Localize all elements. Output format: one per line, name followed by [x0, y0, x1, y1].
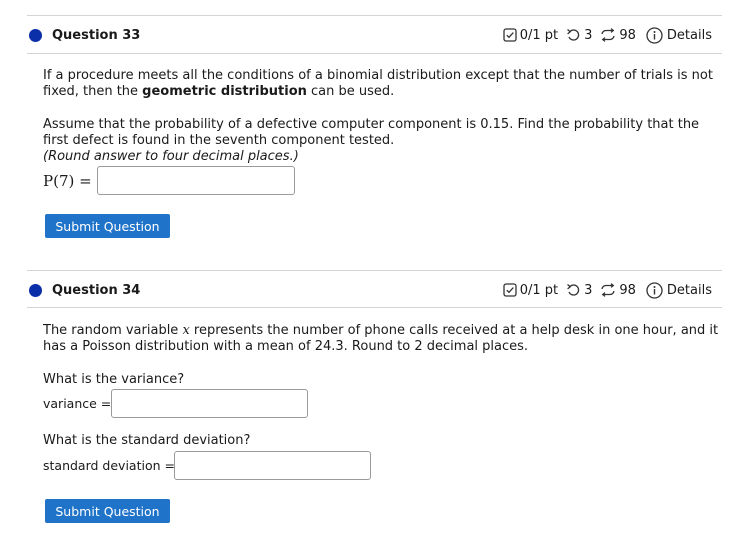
- answer-label: P(7) =: [43, 172, 92, 190]
- variance-question: What is the variance?: [43, 372, 185, 387]
- p7-answer-input[interactable]: [97, 166, 295, 195]
- question-34-intro: The random variable x represents the num…: [43, 323, 723, 355]
- repeat-icon: [601, 28, 616, 42]
- attempts: 98: [600, 283, 636, 298]
- retries: 3: [566, 28, 592, 43]
- question-title: Question 33: [52, 27, 141, 43]
- undo-icon: [567, 283, 580, 296]
- score: 0/1 pt: [503, 283, 558, 298]
- question-meta: 0/1 pt 3 98 Details: [495, 26, 722, 44]
- score-text: 0/1 pt: [519, 27, 559, 43]
- attempts-count: 98: [619, 27, 636, 43]
- variance-label: variance =: [43, 396, 112, 411]
- attempts: 98: [600, 28, 636, 43]
- hint-text: (Round answer to four decimal places.): [43, 149, 299, 164]
- variance-input[interactable]: [111, 389, 308, 418]
- question-34-header: Question 34 0/1 pt 3 98 Details: [27, 275, 722, 305]
- question-title: Question 34: [52, 282, 141, 298]
- retries-count: 3: [584, 27, 593, 43]
- question-33-header: Question 33 0/1 pt 3 98 Details: [27, 20, 722, 50]
- details-button[interactable]: Details: [646, 281, 712, 299]
- attempts-count: 98: [619, 282, 636, 298]
- details-button[interactable]: Details: [646, 26, 712, 44]
- info-icon: [646, 26, 663, 44]
- details-label: Details: [666, 282, 712, 298]
- undo-icon: [567, 28, 580, 41]
- submit-question-button[interactable]: Submit Question: [45, 214, 170, 238]
- status-dot-icon: [29, 283, 42, 297]
- retries-count: 3: [584, 282, 593, 298]
- variable-x: x: [182, 323, 190, 338]
- intro-bold-text: geometric distribution: [142, 84, 307, 99]
- details-label: Details: [666, 27, 712, 43]
- retries: 3: [566, 283, 592, 298]
- checkbox-icon: [503, 283, 517, 297]
- repeat-icon: [601, 283, 616, 297]
- sd-question: What is the standard deviation?: [43, 433, 251, 448]
- intro-text-end: can be used.: [306, 84, 395, 99]
- score: 0/1 pt: [503, 28, 558, 43]
- question-meta: 0/1 pt 3 98 Details: [495, 281, 722, 299]
- question-33-problem: Assume that the probability of a defecti…: [43, 117, 723, 165]
- submit-question-button[interactable]: Submit Question: [45, 499, 170, 523]
- checkbox-icon: [503, 28, 517, 42]
- sd-input[interactable]: [174, 451, 371, 480]
- divider: [27, 15, 722, 16]
- divider: [27, 270, 722, 271]
- sd-label: standard deviation =: [43, 458, 175, 473]
- status-dot-icon: [29, 28, 42, 42]
- score-text: 0/1 pt: [519, 282, 559, 298]
- info-icon: [646, 281, 663, 299]
- question-33-intro: If a procedure meets all the conditions …: [43, 68, 723, 100]
- intro-text: The random variable: [43, 323, 183, 338]
- problem-text: Assume that the probability of a defecti…: [43, 117, 700, 148]
- divider: [27, 53, 722, 54]
- divider: [27, 307, 722, 308]
